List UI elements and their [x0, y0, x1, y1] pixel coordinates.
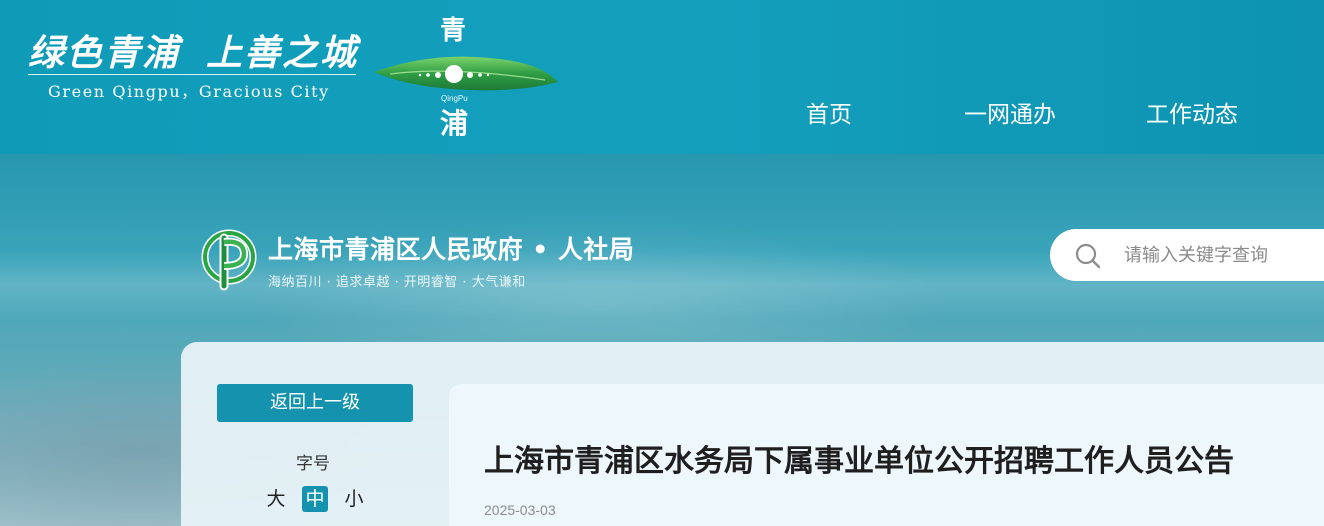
- font-size-large[interactable]: 大: [263, 486, 289, 512]
- department-title: 上海市青浦区人民政府 • 人社局: [268, 235, 635, 264]
- article-title: 上海市青浦区水务局下属事业单位公开招聘工作人员公告: [484, 444, 1234, 479]
- back-button[interactable]: 返回上一级: [217, 384, 413, 422]
- emblem-top-char: 青: [440, 16, 467, 46]
- nav-home[interactable]: 首页: [806, 95, 852, 129]
- emblem-bottom-char: 浦: [440, 107, 469, 140]
- font-size-label: 字号: [296, 454, 330, 474]
- nav-one-network-service[interactable]: 一网通办: [964, 95, 1056, 129]
- qingpu-hr-logo-icon: [201, 229, 257, 291]
- slogan-part-2: 上善之城: [206, 32, 359, 74]
- search-input[interactable]: [1124, 240, 1324, 270]
- slogan-part-1: 绿色青浦: [28, 32, 181, 74]
- nav-work-news[interactable]: 工作动态: [1146, 95, 1238, 129]
- font-size-small[interactable]: 小: [341, 486, 367, 512]
- site-slogan-cn: 绿色青浦 上善之城: [28, 24, 358, 76]
- search-icon[interactable]: [1074, 242, 1102, 270]
- site-slogan-en: Green Qingpu，Gracious City: [48, 82, 330, 101]
- slogan-divider: [28, 74, 356, 75]
- article-date: 2025-03-03: [484, 502, 556, 518]
- department-motto: 海纳百川 · 追求卓越 · 开明睿智 · 大气谦和: [268, 275, 526, 290]
- font-size-medium[interactable]: 中: [302, 486, 328, 512]
